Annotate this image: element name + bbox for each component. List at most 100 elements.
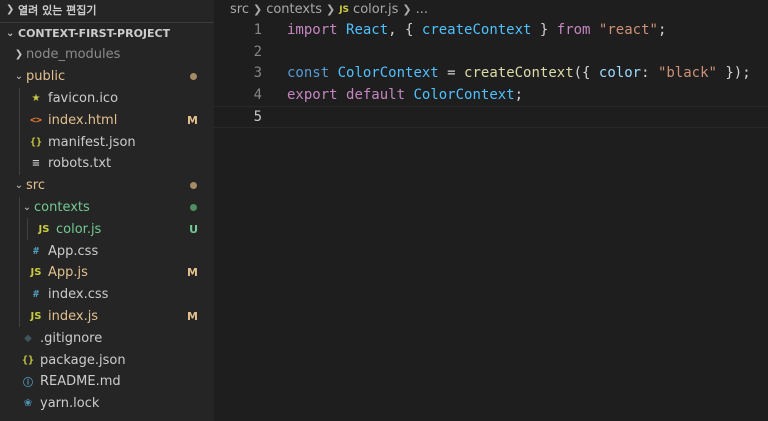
line-number: 3	[253, 65, 262, 82]
chevron-down-icon: ⌄	[6, 28, 15, 39]
code-text: const ColorContext = createContext({ col…	[287, 65, 751, 81]
json-icon: {}	[21, 354, 35, 366]
code-line[interactable]: 4 export default ColorContext;	[214, 84, 768, 106]
code-token: ColorContext	[337, 65, 439, 82]
indent-guide	[19, 218, 20, 241]
breadcrumb-file[interactable]: color.js	[353, 2, 398, 17]
file-color-js[interactable]: JS color.js U	[0, 218, 214, 241]
tree-item-label: App.css	[48, 243, 99, 259]
code-area[interactable]: 1 import React, { createContext } from "r…	[214, 19, 768, 128]
yarn-icon: ❀	[23, 398, 33, 410]
open-editors-header[interactable]: ❯ 열려 있는 편집기	[0, 0, 214, 19]
folder-public[interactable]: ⌄ public	[0, 66, 214, 88]
folder-src[interactable]: ⌄ src	[0, 175, 214, 197]
file-index-js[interactable]: JS index.js M	[0, 305, 214, 328]
indent-guide	[19, 261, 20, 284]
code-token: React	[346, 21, 389, 38]
code-line[interactable]: 1 import React, { createContext } from "r…	[214, 19, 768, 41]
code-line[interactable]: 5	[214, 106, 768, 128]
tree-item-label: manifest.json	[48, 134, 136, 150]
css-icon: #	[32, 245, 40, 257]
code-token: ;	[514, 87, 524, 104]
code-token: color	[598, 65, 642, 82]
project-header[interactable]: ⌄ CONTEXT-FIRST-PROJECT	[0, 22, 214, 44]
indent-guide	[19, 87, 20, 110]
file-manifest-json[interactable]: {} manifest.json	[0, 131, 214, 153]
code-token: import	[287, 21, 338, 38]
code-token: ColorContext	[413, 87, 515, 104]
file-robots-txt[interactable]: ≡ robots.txt	[0, 152, 214, 175]
code-token: default	[346, 87, 406, 104]
code-token: , {	[388, 21, 422, 38]
star-icon: ★	[31, 92, 41, 104]
file-app-js[interactable]: JS App.js M	[0, 261, 214, 284]
code-token: "react"	[598, 21, 658, 38]
breadcrumb: src ❯ contexts ❯ JS color.js ❯ ...	[214, 0, 768, 19]
line-number: 2	[253, 43, 262, 60]
file-readme-md[interactable]: ⓘ README.md	[0, 371, 214, 393]
chevron-right-icon: ❯	[252, 3, 263, 16]
editor-pane: src ❯ contexts ❯ JS color.js ❯ ... 1 impo…	[214, 0, 768, 421]
tree-item-label: public	[26, 69, 66, 85]
js-file-icon: JS	[339, 4, 350, 15]
breadcrumb-symbols[interactable]: ...	[416, 2, 428, 17]
code-token: ;	[657, 21, 667, 38]
git-status-badge: M	[187, 266, 198, 280]
code-token: export	[287, 87, 338, 104]
file-package-json[interactable]: {} package.json	[0, 349, 214, 371]
project-label: CONTEXT-FIRST-PROJECT	[18, 27, 171, 40]
indent-guide	[19, 109, 20, 132]
json-icon: {}	[29, 136, 43, 148]
chevron-down-icon: ⌄	[14, 180, 24, 192]
file-tree: ❯ node_modules ⌄ public ★ favicon.ico <> index.…	[0, 44, 214, 415]
code-token: ({	[573, 65, 599, 82]
git-status-badge: U	[189, 222, 198, 236]
tree-item-label: robots.txt	[48, 156, 112, 172]
file-app-css[interactable]: # App.css	[0, 240, 214, 262]
git-status-badge: M	[187, 113, 198, 127]
file-index-html[interactable]: <> index.html M	[0, 109, 214, 132]
code-token: createContext	[464, 65, 574, 82]
code-token: const	[287, 65, 330, 82]
tree-item-label: .gitignore	[40, 330, 103, 346]
file-index-css[interactable]: # index.css	[0, 283, 214, 306]
js-icon: JS	[38, 223, 50, 235]
html-icon: <>	[29, 114, 43, 126]
breadcrumb-src[interactable]: src	[230, 2, 249, 17]
folder-contexts[interactable]: ⌄ contexts	[0, 196, 214, 219]
code-token: "black"	[657, 65, 717, 82]
tree-item-label: package.json	[40, 352, 126, 368]
breadcrumb-contexts[interactable]: contexts	[266, 2, 322, 17]
open-editors-label: 열려 있는 편집기	[18, 3, 97, 17]
file-favicon-ico[interactable]: ★ favicon.ico	[0, 87, 214, 110]
git-status-badge: M	[187, 309, 198, 323]
modified-dot-icon	[190, 203, 197, 211]
file-yarn-lock[interactable]: ❀ yarn.lock	[0, 393, 214, 415]
code-line[interactable]: 2	[214, 41, 768, 63]
file--gitignore[interactable]: ◆ .gitignore	[0, 327, 214, 349]
tree-item-label: favicon.ico	[48, 90, 119, 106]
indent-guide	[19, 131, 20, 153]
folder-node-modules[interactable]: ❯ node_modules	[0, 44, 214, 66]
tree-item-label: src	[26, 178, 45, 194]
code-line[interactable]: 3 const ColorContext = createContext({ co…	[214, 63, 768, 85]
code-token: createContext	[421, 21, 532, 38]
git-icon: ◆	[24, 332, 32, 344]
css-icon: #	[32, 289, 40, 301]
js-icon: JS	[30, 267, 42, 279]
line-number: 5	[253, 109, 262, 126]
tree-item-label: node_modules	[26, 47, 121, 63]
line-number: 1	[253, 21, 262, 38]
indent-guide	[27, 218, 28, 241]
lines-icon: ≡	[31, 158, 41, 170]
code-token: });	[716, 65, 751, 82]
info-icon: ⓘ	[23, 378, 33, 390]
code-text: import React, { createContext } from "re…	[287, 22, 666, 38]
chevron-down-icon: ⌄	[14, 71, 24, 83]
indent-guide	[19, 305, 20, 328]
code-token: =	[438, 65, 465, 82]
